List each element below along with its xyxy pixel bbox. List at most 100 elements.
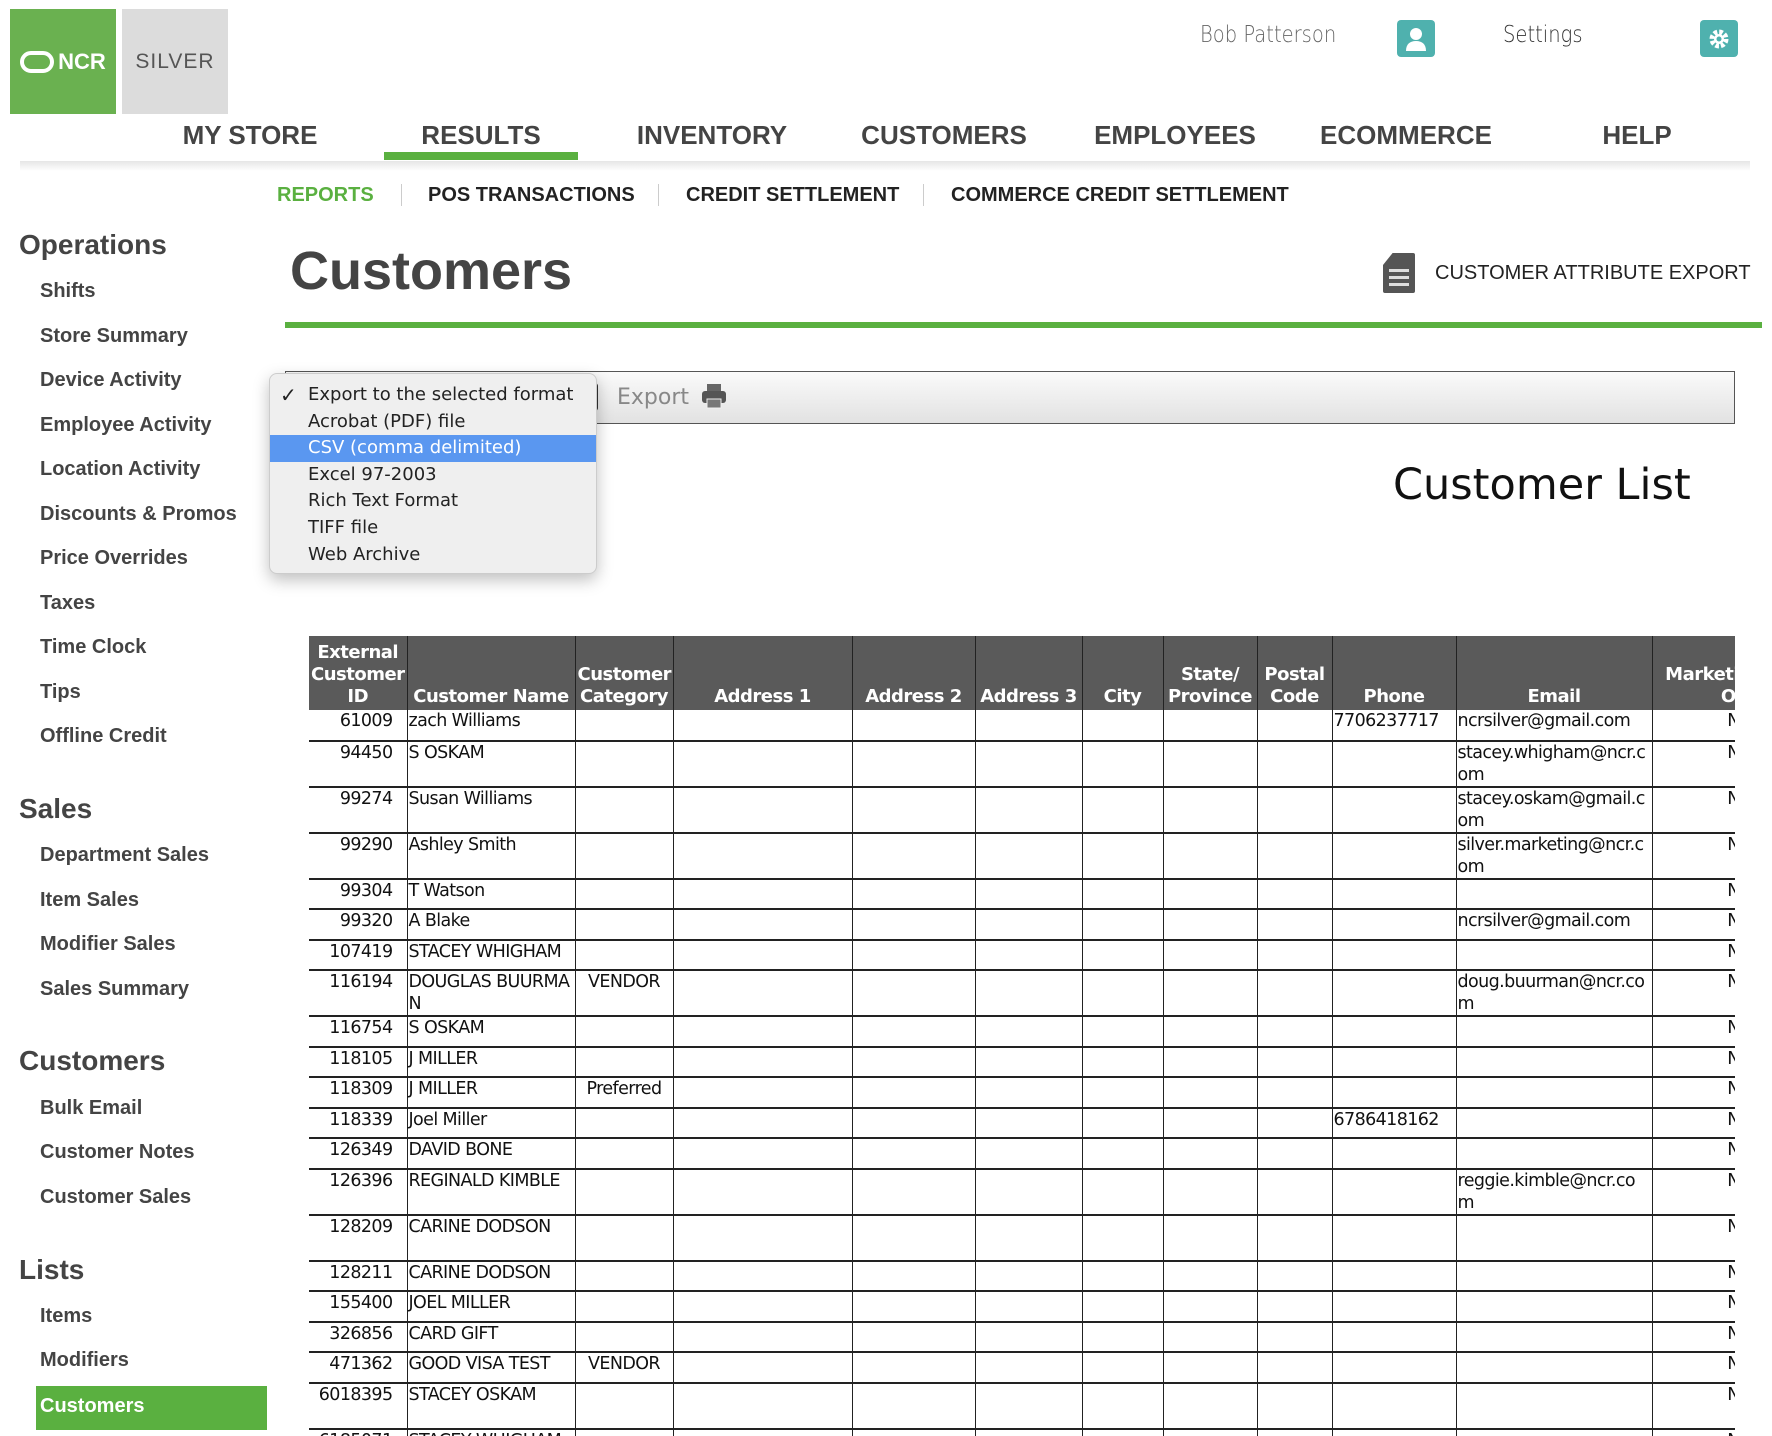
sidebar-item-items[interactable]: Items (40, 1305, 92, 1328)
subnav-credit-settlement[interactable]: CREDIT SETTLEMENT (686, 184, 899, 207)
sidebar-item-modifiers[interactable]: Modifiers (40, 1349, 129, 1372)
dropdown-option[interactable]: Acrobat (PDF) file (270, 409, 596, 436)
sidebar-item-bulk-email[interactable]: Bulk Email (40, 1097, 142, 1120)
cell-name: CARINE DODSON (407, 1215, 575, 1261)
cell-empty (1257, 1047, 1332, 1078)
sidebar-item-customer-notes[interactable]: Customer Notes (40, 1141, 194, 1164)
sidebar-item-item-sales[interactable]: Item Sales (40, 889, 139, 912)
sidebar-item-sales-summary[interactable]: Sales Summary (40, 978, 189, 1001)
cell-id: 116194 (309, 970, 407, 1016)
cell-opt-out: No (1652, 787, 1735, 833)
cell-empty (975, 940, 1082, 971)
dropdown-option-highlighted[interactable]: CSV (comma delimited) (270, 435, 596, 462)
subnav-separator (401, 184, 402, 206)
nav-customers[interactable]: CUSTOMERS (861, 120, 1027, 151)
sidebar-item-device-activity[interactable]: Device Activity (40, 369, 182, 392)
sidebar-item-department-sales[interactable]: Department Sales (40, 844, 209, 867)
column-header: Email (1456, 636, 1652, 710)
ncr-logo-text: NCR (58, 49, 106, 75)
cell-empty (1082, 1291, 1163, 1322)
cell-empty (1082, 710, 1163, 741)
cell-opt-out: No (1652, 1138, 1735, 1169)
cell-name: STACEY OSKAM (407, 1383, 575, 1429)
title-divider (285, 322, 1762, 328)
settings-link[interactable]: Settings (1503, 22, 1583, 48)
cell-empty (1163, 741, 1257, 787)
sidebar-item-tips[interactable]: Tips (40, 681, 81, 704)
cell-empty (975, 1322, 1082, 1353)
cell-email (1456, 1429, 1652, 1436)
cell-empty (1257, 1215, 1332, 1261)
cell-empty (673, 909, 852, 940)
cell-name: REGINALD KIMBLE (407, 1169, 575, 1215)
cell-empty (1163, 1429, 1257, 1436)
cell-empty (852, 1322, 975, 1353)
dropdown-option[interactable]: TIFF file (270, 515, 596, 542)
cell-category: VENDOR (575, 1352, 673, 1383)
cell-empty (852, 1215, 975, 1261)
cell-empty (1082, 1215, 1163, 1261)
cell-category: Preferred (575, 1077, 673, 1108)
subnav-pos-transactions[interactable]: POS TRANSACTIONS (428, 184, 635, 207)
subnav-reports[interactable]: REPORTS (277, 184, 374, 207)
cell-empty (1163, 1077, 1257, 1108)
gear-icon[interactable] (1700, 20, 1738, 57)
cell-id: 6185071 (309, 1429, 407, 1436)
cell-phone (1332, 787, 1456, 833)
cell-empty (852, 879, 975, 910)
cell-name: A Blake (407, 909, 575, 940)
cell-opt-out: No (1652, 1352, 1735, 1383)
cell-category (575, 1215, 673, 1261)
cell-empty (1163, 1108, 1257, 1139)
dropdown-option[interactable]: Excel 97-2003 (270, 462, 596, 489)
dropdown-option[interactable]: Web Archive (270, 542, 596, 569)
sidebar-item-modifier-sales[interactable]: Modifier Sales (40, 933, 176, 956)
cell-email: ncrsilver@gmail.com (1456, 909, 1652, 940)
sidebar-item-store-summary[interactable]: Store Summary (40, 325, 188, 348)
cell-phone (1332, 1429, 1456, 1436)
sidebar-item-employee-activity[interactable]: Employee Activity (40, 414, 212, 437)
cell-category (575, 1429, 673, 1436)
dropdown-option[interactable]: Rich Text Format (270, 488, 596, 515)
cell-opt-out: No (1652, 1322, 1735, 1353)
silver-logo[interactable]: SILVER (122, 9, 228, 114)
user-icon[interactable] (1397, 20, 1435, 57)
sidebar-item-customer-sales[interactable]: Customer Sales (40, 1186, 191, 1209)
nav-employees[interactable]: EMPLOYEES (1094, 120, 1256, 151)
cell-empty (1082, 1016, 1163, 1047)
nav-ecommerce[interactable]: ECOMMERCE (1320, 120, 1492, 151)
cell-name: DOUGLAS BUURMAN (407, 970, 575, 1016)
sidebar-item-shifts[interactable]: Shifts (40, 280, 96, 303)
user-name[interactable]: Bob Patterson (1200, 22, 1336, 48)
customer-attribute-export-button[interactable]: CUSTOMER ATTRIBUTE EXPORT (1383, 253, 1751, 293)
cell-opt-out: No (1652, 970, 1735, 1016)
nav-help[interactable]: HELP (1602, 120, 1671, 151)
cell-empty (1082, 1047, 1163, 1078)
sidebar-item-price-overrides[interactable]: Price Overrides (40, 547, 188, 570)
ncr-logo[interactable]: NCR (10, 9, 116, 114)
subnav-commerce-credit-settlement[interactable]: COMMERCE CREDIT SETTLEMENT (951, 184, 1289, 207)
sidebar-item-location-activity[interactable]: Location Activity (40, 458, 200, 481)
dropdown-option[interactable]: ✓Export to the selected format (270, 382, 596, 409)
column-header: Customer Name (407, 636, 575, 710)
nav-inventory[interactable]: INVENTORY (637, 120, 787, 151)
cell-name: Susan Williams (407, 787, 575, 833)
column-header: Customer Category (575, 636, 673, 710)
cell-empty (975, 1047, 1082, 1078)
cell-empty (1082, 1352, 1163, 1383)
cell-email (1456, 1016, 1652, 1047)
export-button[interactable]: Export (617, 385, 689, 410)
cell-empty (1082, 909, 1163, 940)
cell-empty (673, 1429, 852, 1436)
nav-my-store[interactable]: MY STORE (183, 120, 318, 151)
cell-category (575, 1016, 673, 1047)
sidebar-item-discounts-promos[interactable]: Discounts & Promos (40, 503, 237, 526)
nav-results[interactable]: RESULTS (421, 120, 540, 151)
cell-name: STACEY WHIGHAM (407, 940, 575, 971)
printer-icon[interactable] (700, 382, 728, 410)
sidebar-item-offline-credit[interactable]: Offline Credit (40, 725, 167, 748)
sidebar-item-time-clock[interactable]: Time Clock (40, 636, 146, 659)
sidebar-item-customers[interactable]: Customers (40, 1395, 144, 1418)
cell-phone (1332, 1016, 1456, 1047)
sidebar-item-taxes[interactable]: Taxes (40, 592, 95, 615)
